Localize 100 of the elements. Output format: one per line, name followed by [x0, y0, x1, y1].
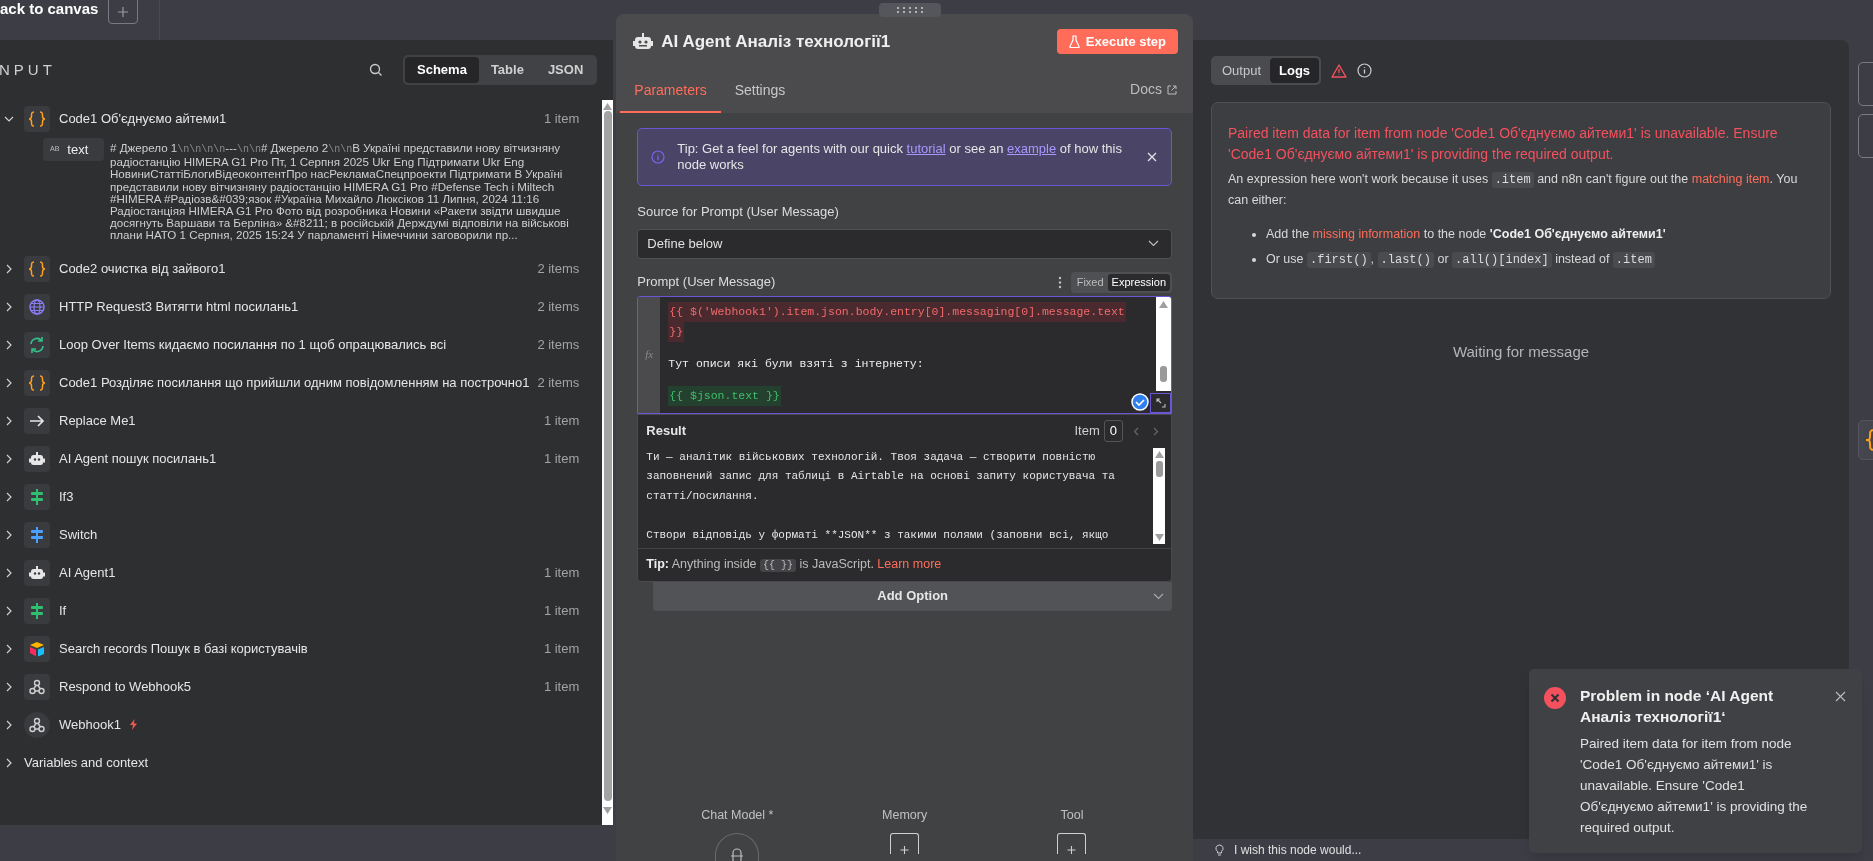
- node-name[interactable]: HTTP Request3 Витягти html посилань1: [59, 296, 299, 317]
- back-link[interactable]: ack to canvas: [0, 0, 99, 18]
- output-tab[interactable]: Output: [1213, 58, 1271, 83]
- scroll-down-icon[interactable]: [603, 807, 613, 814]
- item-count: 2 items: [537, 373, 580, 392]
- chevron-left-icon[interactable]: [1133, 426, 1139, 436]
- valid-expression: {{ $json.text }}: [668, 385, 781, 406]
- item-count: 2 items: [537, 259, 580, 278]
- field-label: Source for Prompt (User Message): [637, 203, 840, 221]
- scroll-up-icon[interactable]: [1159, 300, 1168, 308]
- expand-editor-button[interactable]: [1150, 392, 1171, 413]
- chevron-icon[interactable]: [4, 339, 14, 350]
- link[interactable]: example: [1007, 141, 1057, 156]
- code-snippet: .item: [1491, 172, 1534, 188]
- bullet-text: Add the missing information to the node 'Code1 Об'єднуємо айтеми1': [1266, 226, 1666, 243]
- chevron-icon[interactable]: [4, 681, 14, 692]
- scrollbar-thumb[interactable]: [603, 111, 612, 801]
- invalid-expression: }}: [668, 321, 685, 342]
- chevron-icon[interactable]: [4, 263, 14, 274]
- chevron-icon[interactable]: [4, 529, 14, 540]
- chevron-right-icon[interactable]: [1153, 426, 1159, 436]
- item-count: 1 item: [543, 411, 580, 430]
- code-snippet: .first(): [1307, 252, 1371, 268]
- toast-message: Paired item data for item from node 'Code1 Об'єднуємо айтеми1' is unavailable. Ensure 'Code1 Об'єднуємо айтеми1' is providing the required output.: [1580, 735, 1809, 837]
- close-icon[interactable]: [1147, 152, 1157, 162]
- drag-handle-icon[interactable]: [879, 3, 942, 17]
- add-slot-button[interactable]: [1057, 832, 1087, 854]
- expression-editor[interactable]: fx {{ $('Webhook1').item.json.body.entry[0].messaging[0].message.text }} Тут описи які були взяті з інтернету: {{ $json.text }}: [637, 295, 1172, 414]
- chevron-icon[interactable]: [4, 491, 14, 502]
- item-index-field[interactable]: 0: [1103, 420, 1123, 442]
- node-name[interactable]: Webhook1: [59, 714, 121, 735]
- scrollbar-thumb[interactable]: [1160, 365, 1167, 382]
- robot-icon: [633, 33, 654, 50]
- mode-tab[interactable]: Fixed: [1072, 273, 1108, 291]
- link[interactable]: Learn more: [877, 557, 942, 572]
- add-button[interactable]: [108, 0, 139, 24]
- field-label: Prompt (User Message): [637, 273, 777, 292]
- bullet-icon: [1252, 258, 1256, 262]
- chevron-icon[interactable]: [4, 453, 14, 464]
- error-icon: [1544, 687, 1566, 709]
- chevron-icon[interactable]: [4, 643, 14, 654]
- error-title: Paired item data for item from node 'Code1 Об'єднуємо айтеми1' is unavailable. Ensure 'Code1 Об'єднуємо айтеми1' is providing the required output.: [1228, 124, 1779, 164]
- output-tab[interactable]: Logs: [1270, 58, 1320, 83]
- source-select[interactable]: Define below: [637, 228, 1172, 259]
- close-icon[interactable]: [1835, 691, 1846, 702]
- section-label[interactable]: Variables and context: [24, 752, 149, 773]
- node-name[interactable]: If: [59, 600, 67, 621]
- item-count: 1 item: [543, 563, 580, 582]
- item-count: 1 item: [543, 601, 580, 620]
- info-icon[interactable]: [1357, 63, 1373, 78]
- chevron-icon[interactable]: [4, 719, 14, 730]
- node-tab[interactable]: Settings: [720, 69, 800, 113]
- view-tab[interactable]: Table: [478, 57, 536, 83]
- node-name[interactable]: Replace Me1: [59, 410, 136, 431]
- chevron-icon[interactable]: [4, 605, 14, 616]
- chevron-icon[interactable]: [4, 377, 14, 388]
- node-name[interactable]: Code1 Об'єднуємо айтеми1: [59, 109, 227, 129]
- node-name[interactable]: Switch: [59, 524, 98, 545]
- node-name[interactable]: Code2 очистка від зайвого1: [59, 258, 226, 279]
- add-option-button[interactable]: Add Option: [653, 581, 1172, 611]
- link[interactable]: matching item: [1691, 172, 1770, 186]
- search-icon[interactable]: [369, 63, 383, 77]
- scrollbar-thumb[interactable]: [1155, 460, 1163, 477]
- item-count: 1 item: [543, 639, 580, 658]
- fx-label: fx: [645, 347, 654, 363]
- view-tab[interactable]: Schema: [405, 57, 479, 83]
- link[interactable]: tutorial: [906, 141, 946, 156]
- scroll-down-icon[interactable]: [1154, 533, 1164, 541]
- chevron-icon[interactable]: [4, 757, 14, 768]
- node-name[interactable]: If3: [59, 486, 74, 507]
- scrollbar[interactable]: [1156, 296, 1171, 391]
- chevron-icon[interactable]: [4, 114, 14, 124]
- item-count: 1 item: [543, 677, 580, 696]
- slot-label: Tool: [1060, 807, 1084, 824]
- field-name: text: [67, 140, 89, 159]
- add-slot-button[interactable]: [890, 832, 920, 854]
- info-icon: [651, 150, 666, 164]
- result-text: Створи відповідь у форматі **JSON** з такими полями (заповни всі, якщо: [646, 528, 1110, 543]
- chevron-icon[interactable]: [4, 415, 14, 426]
- chevron-down-icon: [1148, 240, 1159, 247]
- node-name[interactable]: AI Agent1: [59, 562, 116, 583]
- more-options-icon[interactable]: [1057, 275, 1062, 289]
- chevron-down-icon: [1153, 592, 1164, 600]
- mode-tab[interactable]: Expression: [1107, 273, 1170, 291]
- item-count: 1 item: [543, 449, 580, 468]
- node-name[interactable]: AI Agent пошук посилань1: [59, 448, 217, 469]
- scroll-up-icon[interactable]: [1154, 450, 1164, 458]
- scrollbar[interactable]: [602, 100, 614, 825]
- node-title: AI Agent Аналіз технології1: [661, 30, 891, 53]
- scrollbar[interactable]: [1153, 447, 1165, 544]
- bullet-text: Or use .first() , .last() or .all()[index] instead of .item: [1266, 248, 1655, 272]
- node-name[interactable]: Code1 Розділяє посилання що прийшли одним повідомленням на построчно1: [59, 372, 530, 393]
- chevron-icon[interactable]: [4, 567, 14, 578]
- node-name[interactable]: Loop Over Items кидаємо посилання по 1 щоб опрацювались всі: [59, 334, 447, 355]
- node-name[interactable]: Search records Пошук в базі користувачів: [59, 638, 308, 659]
- link[interactable]: missing information: [1312, 227, 1421, 241]
- docs-link[interactable]: Docs: [1130, 79, 1177, 100]
- chevron-icon[interactable]: [4, 301, 14, 312]
- view-tab[interactable]: JSON: [535, 57, 596, 83]
- node-name[interactable]: Respond to Webhook5: [59, 676, 192, 697]
